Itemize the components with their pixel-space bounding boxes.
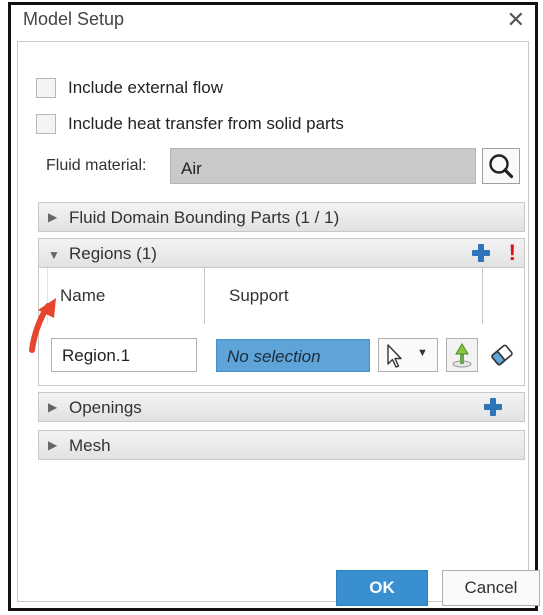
support-selection-field[interactable]: No selection (216, 339, 370, 372)
ok-button[interactable]: OK (336, 570, 428, 606)
expand-arrow-icon[interactable]: ▶ (48, 210, 57, 224)
eraser-icon (491, 344, 513, 366)
section-label: Mesh (69, 436, 111, 455)
add-opening-icon[interactable] (484, 398, 502, 416)
section-fluid-domain-bounding-parts[interactable]: ▶ Fluid Domain Bounding Parts (1 / 1) (38, 202, 525, 232)
cursor-arrow-icon (387, 344, 402, 368)
close-icon[interactable]: ✕ (507, 7, 525, 33)
column-header-support: Support (205, 268, 483, 324)
heat-transfer-checkbox[interactable] (36, 114, 56, 134)
heat-transfer-label: Include heat transfer from solid parts (68, 114, 344, 133)
pin-icon (452, 343, 472, 368)
fluid-material-field[interactable]: Air (170, 148, 476, 184)
external-flow-option[interactable]: Include external flow (36, 76, 223, 100)
external-flow-label: Include external flow (68, 78, 223, 97)
eraser-button[interactable] (486, 339, 518, 371)
title-bar: Model Setup ✕ (11, 5, 535, 41)
collapse-arrow-icon[interactable]: ▼ (48, 248, 60, 262)
search-button[interactable] (482, 148, 520, 184)
add-region-icon[interactable] (472, 244, 490, 262)
section-openings[interactable]: ▶ Openings (38, 392, 525, 422)
section-label: Openings (69, 398, 142, 417)
expand-arrow-icon[interactable]: ▶ (48, 438, 57, 452)
pin-button[interactable] (446, 338, 478, 372)
selection-mode-dropdown[interactable]: ▼ (378, 338, 438, 372)
region-name-input[interactable]: Region.1 (51, 338, 197, 372)
external-flow-checkbox[interactable] (36, 78, 56, 98)
warning-icon: ! (508, 240, 516, 265)
section-regions[interactable]: ▼ Regions (1) ! (38, 238, 525, 268)
regions-table: Name Support Region.1 No selection ▼ (38, 268, 525, 386)
annotation-arrow-icon (29, 298, 56, 353)
chevron-down-icon: ▼ (417, 347, 428, 359)
section-label: Regions (1) (69, 244, 157, 263)
expand-arrow-icon[interactable]: ▶ (48, 400, 57, 414)
dialog-title: Model Setup (23, 9, 125, 29)
heat-transfer-option[interactable]: Include heat transfer from solid parts (36, 112, 344, 136)
section-label: Fluid Domain Bounding Parts (1 / 1) (69, 208, 340, 227)
fluid-material-label: Fluid material: (46, 157, 147, 174)
section-mesh[interactable]: ▶ Mesh (38, 430, 525, 460)
model-setup-dialog: Model Setup ✕ Include external flow Incl… (8, 2, 540, 611)
dialog-content: Include external flow Include heat trans… (17, 41, 540, 606)
cancel-button[interactable]: Cancel (442, 570, 540, 606)
search-icon (489, 154, 514, 179)
column-header-name: Name (47, 268, 205, 324)
